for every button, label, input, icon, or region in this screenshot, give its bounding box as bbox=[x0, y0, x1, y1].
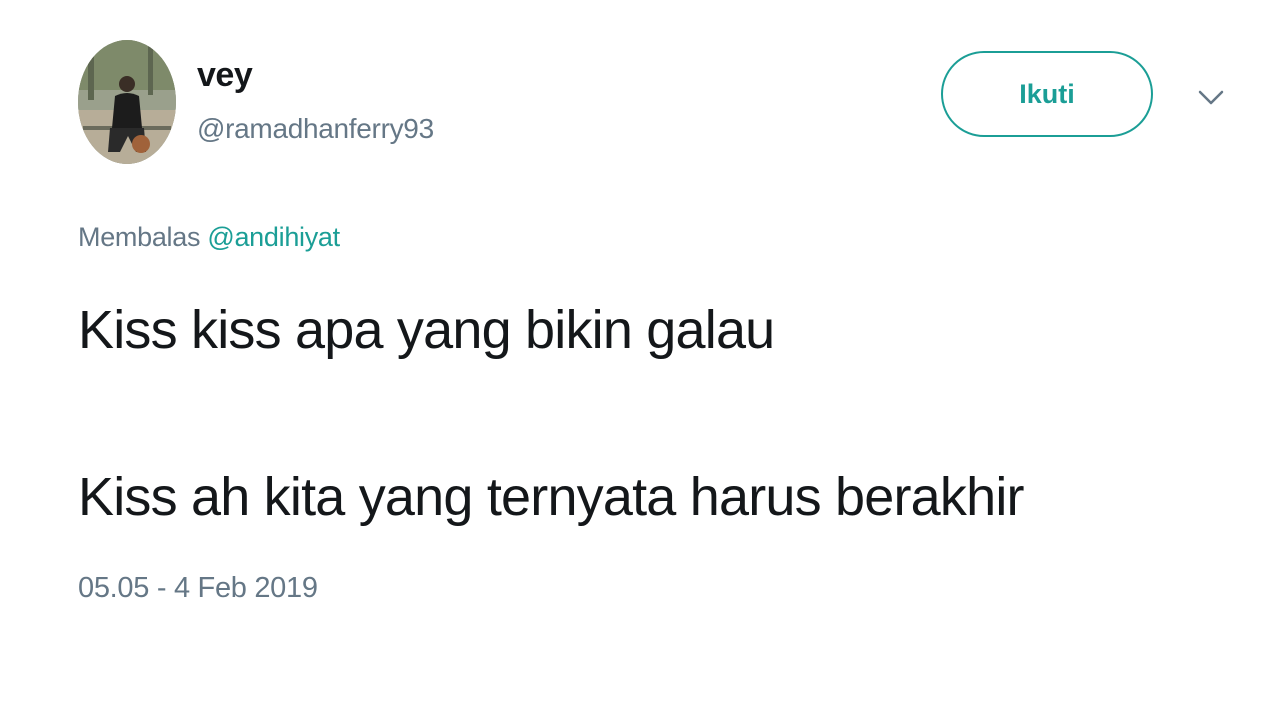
display-name[interactable]: vey bbox=[197, 56, 253, 95]
tweet-text-line-1: Kiss kiss apa yang bikin galau bbox=[78, 300, 775, 360]
tweet-timestamp[interactable]: 05.05 - 4 Feb 2019 bbox=[78, 572, 318, 605]
tweet-card: vey @ramadhanferry93 Ikuti Membalas @and… bbox=[0, 0, 1280, 720]
user-avatar-photo-icon bbox=[78, 40, 176, 164]
reply-mention-link[interactable]: @andihiyat bbox=[207, 222, 340, 252]
tweet-text-line-2: Kiss ah kita yang ternyata harus berakhi… bbox=[78, 467, 1025, 527]
chevron-down-icon[interactable] bbox=[1194, 84, 1228, 112]
user-handle[interactable]: @ramadhanferry93 bbox=[197, 113, 434, 145]
reply-prefix: Membalas bbox=[78, 222, 208, 252]
avatar[interactable] bbox=[78, 40, 176, 164]
follow-button[interactable]: Ikuti bbox=[941, 51, 1153, 137]
reply-context: Membalas @andihiyat bbox=[78, 222, 340, 253]
